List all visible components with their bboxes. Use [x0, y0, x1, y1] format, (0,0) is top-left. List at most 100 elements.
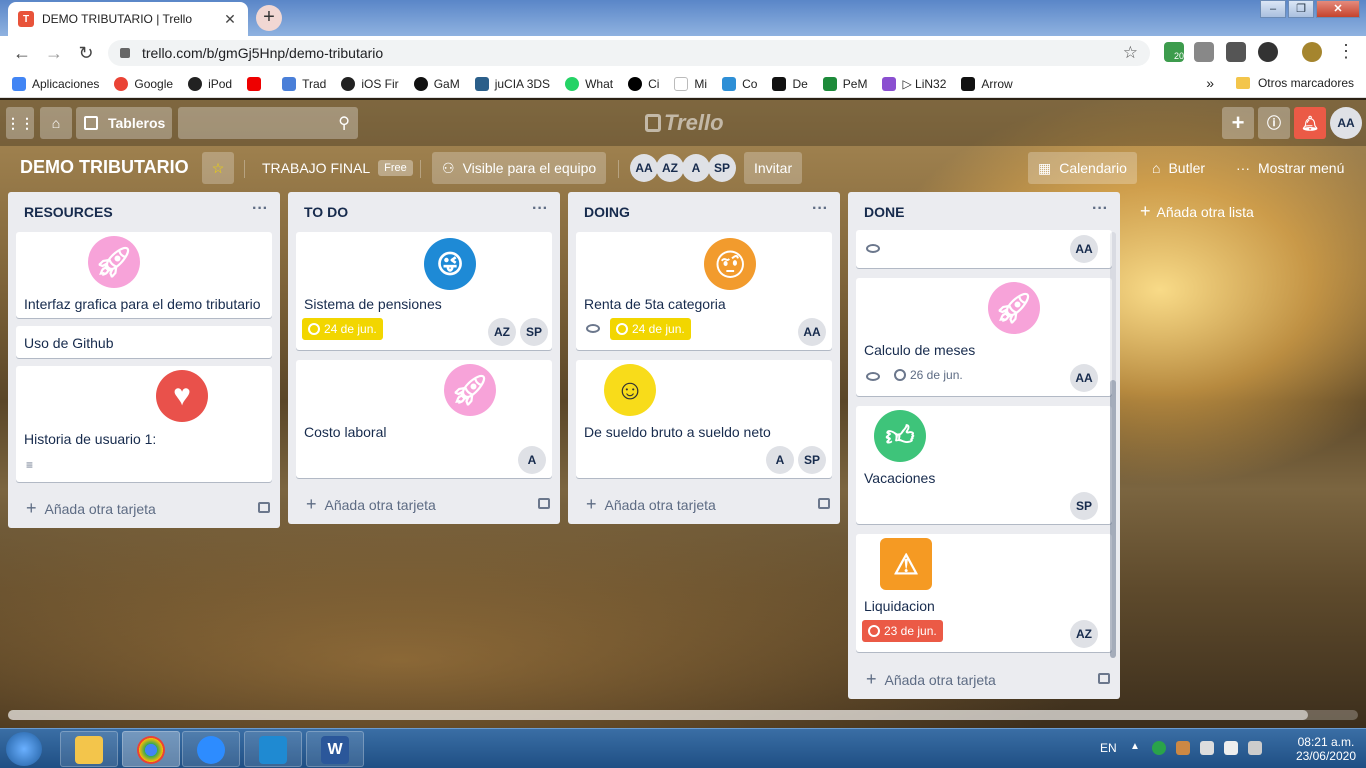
list-header[interactable]: DOING ···	[568, 192, 840, 230]
omnibox[interactable]: trello.com/b/gmGj5Hnp/demo-tributario ☆	[108, 40, 1150, 66]
list-header[interactable]: DONE ···	[848, 192, 1120, 230]
chrome-menu-icon[interactable]: ⋮	[1330, 41, 1362, 62]
list-header[interactable]: TO DO ···	[288, 192, 560, 230]
board-member-avatar[interactable]: A	[682, 154, 710, 182]
scrollbar-thumb[interactable]	[8, 710, 1308, 720]
calendar-button[interactable]: ▦ Calendario	[1028, 152, 1137, 184]
due-date-badge[interactable]: 24 de jun.	[610, 318, 691, 340]
bookmark-gam[interactable]: GaM	[413, 76, 460, 91]
list-menu-icon[interactable]: ···	[812, 200, 828, 218]
add-card-button[interactable]: + Añada otra tarjeta	[26, 498, 156, 519]
new-tab-button[interactable]: +	[256, 5, 282, 31]
bookmark-whatsapp[interactable]: What	[565, 76, 613, 91]
due-date-badge[interactable]: 24 de jun.	[302, 318, 383, 340]
card-member-avatar[interactable]: AA	[798, 318, 826, 346]
visibility-button[interactable]: ⚇ Visible para el equipo	[432, 152, 607, 184]
board-horizontal-scrollbar[interactable]	[8, 710, 1358, 720]
extension-badge-icon[interactable]: 20	[1164, 42, 1184, 62]
card[interactable]: ⚠ Liquidacion 23 de jun. AZ	[856, 534, 1112, 652]
list-header[interactable]: RESOURCES ···	[8, 192, 280, 230]
other-bookmarks[interactable]: Otros marcadores	[1235, 76, 1354, 90]
add-card-button[interactable]: + Añada otra tarjeta	[866, 669, 996, 690]
list-menu-icon[interactable]: ···	[532, 200, 548, 218]
search-input[interactable]: ⚲	[178, 107, 358, 139]
bookmark-trad[interactable]: Trad	[282, 76, 326, 91]
browser-tab[interactable]: T DEMO TRIBUTARIO | Trello ✕	[8, 2, 248, 36]
reload-icon[interactable]: ↻	[70, 43, 102, 64]
start-button-icon[interactable]	[6, 732, 42, 766]
card-template-icon[interactable]	[818, 498, 830, 509]
bookmark-apps[interactable]: Aplicaciones	[12, 76, 99, 91]
volume-icon[interactable]	[1248, 741, 1262, 755]
bookmark-ipod[interactable]: iPod	[188, 76, 232, 91]
card[interactable]: 🚀︎ Interfaz grafica para el demo tributa…	[16, 232, 272, 318]
board-member-avatar[interactable]: AZ	[656, 154, 684, 182]
list-vertical-scrollbar[interactable]	[1110, 232, 1116, 658]
extension-icon[interactable]	[1194, 42, 1214, 62]
close-tab-icon[interactable]: ✕	[222, 11, 238, 28]
clock[interactable]: 08:21 a.m. 23/06/2020	[1296, 735, 1356, 763]
card-member-avatar[interactable]: AA	[1070, 235, 1098, 263]
extension-h-icon[interactable]	[1226, 42, 1246, 62]
language-indicator[interactable]: EN	[1100, 741, 1117, 755]
invite-button[interactable]: Invitar	[744, 152, 803, 184]
list-menu-icon[interactable]: ···	[252, 200, 268, 218]
list-menu-icon[interactable]: ···	[1092, 200, 1108, 218]
card-template-icon[interactable]	[1098, 673, 1110, 684]
tray-app-icon[interactable]	[1152, 741, 1166, 755]
tray-app-icon[interactable]	[1176, 741, 1190, 755]
flag-icon[interactable]	[1224, 741, 1238, 755]
bookmark-jucia[interactable]: juCIA 3DS	[474, 76, 550, 91]
network-icon[interactable]	[1200, 741, 1214, 755]
taskbar-vscode[interactable]	[244, 731, 302, 767]
close-window-button[interactable]: ✕	[1316, 0, 1360, 18]
card[interactable]: 🚀︎ Calculo de meses 26 de jun. AA	[856, 278, 1112, 396]
bookmark-lin32[interactable]: ▷ LiN32	[882, 76, 946, 91]
taskbar-chrome[interactable]	[122, 731, 180, 767]
info-icon[interactable]: ⓘ	[1258, 107, 1290, 139]
card-member-avatar[interactable]: A	[518, 446, 546, 474]
bookmark-mi[interactable]: Mi	[674, 76, 707, 91]
card[interactable]: ☺ De sueldo bruto a sueldo neto A SP	[576, 360, 832, 478]
scrollbar-thumb[interactable]	[1110, 380, 1116, 658]
maximize-button[interactable]: ❐	[1288, 0, 1314, 18]
show-menu-button[interactable]: ··· Mostrar menú	[1226, 152, 1344, 184]
user-avatar[interactable]: AA	[1330, 107, 1362, 139]
card[interactable]: 🚀︎ Costo laboral A	[296, 360, 552, 478]
bookmark-google[interactable]: Google	[114, 76, 173, 91]
card-member-avatar[interactable]: SP	[1070, 492, 1098, 520]
card-member-avatar[interactable]: AZ	[1070, 620, 1098, 648]
list-cards-scroll[interactable]: AA 🚀︎ Calculo de meses 26 de jun. AA 👍︎ …	[848, 230, 1120, 656]
star-board-icon[interactable]: ☆	[202, 152, 234, 184]
card-member-avatar[interactable]: AA	[1070, 364, 1098, 392]
due-date-badge-overdue[interactable]: 23 de jun.	[862, 620, 943, 642]
card[interactable]: Uso de Github	[16, 326, 272, 358]
add-list-button[interactable]: + Añada otra lista	[1140, 201, 1254, 222]
bookmark-arrow[interactable]: Arrow	[961, 76, 1013, 91]
card-member-avatar[interactable]: AZ	[488, 318, 516, 346]
add-card-button[interactable]: + Añada otra tarjeta	[586, 494, 716, 515]
card[interactable]: AA	[856, 230, 1112, 268]
apps-grid-icon[interactable]: ⋮⋮	[6, 107, 34, 139]
taskbar-explorer[interactable]	[60, 731, 118, 767]
bookmark-de[interactable]: De	[772, 76, 808, 91]
board-member-avatar[interactable]: SP	[708, 154, 736, 182]
card-template-icon[interactable]	[538, 498, 550, 509]
add-card-button[interactable]: + Añada otra tarjeta	[306, 494, 436, 515]
home-icon[interactable]: ⌂	[40, 107, 72, 139]
bookmark-ios[interactable]: iOS Fir	[341, 76, 399, 91]
card[interactable]: 👍︎ Vacaciones SP	[856, 406, 1112, 524]
taskbar-zoom[interactable]	[182, 731, 240, 767]
minimize-button[interactable]: –	[1260, 0, 1286, 18]
card-template-icon[interactable]	[258, 502, 270, 513]
bookmark-co[interactable]: Co	[722, 76, 757, 91]
profile-avatar[interactable]	[1302, 42, 1322, 62]
bookmark-pem[interactable]: PeM	[822, 76, 867, 91]
bookmark-star-icon[interactable]: ☆	[1123, 43, 1138, 63]
create-plus-button[interactable]: +	[1222, 107, 1254, 139]
boards-button[interactable]: Tableros	[76, 107, 172, 139]
notifications-bell-icon[interactable]: 🔔︎	[1294, 107, 1326, 139]
date-badge[interactable]: 26 de jun.	[894, 368, 963, 382]
bookmarks-overflow-icon[interactable]: »	[1206, 75, 1214, 91]
board-title[interactable]: DEMO TRIBUTARIO	[20, 157, 189, 178]
